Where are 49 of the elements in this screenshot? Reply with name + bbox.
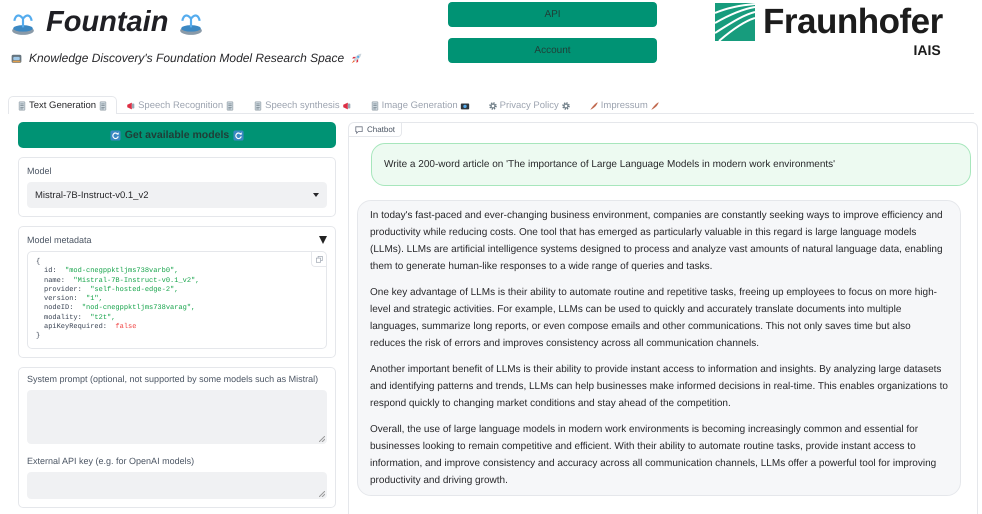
- feather-icon: [650, 100, 660, 110]
- tab[interactable]: Impressum: [580, 96, 669, 114]
- app-title: Fountain: [46, 6, 168, 39]
- tab[interactable]: Privacy Policy: [478, 96, 580, 114]
- logo-name: Fraunhofer: [763, 2, 943, 42]
- copy-button[interactable]: [311, 252, 326, 267]
- message-paragraph: Another important benefit of LLMs is their ability to provide instant access to information and insights. By analyzing large datasets and identifying patterns and trends, LLMs can help businesses make informed decisions in real-time. This enables organizations to respond quickly to changing market conditions and stay ahead of the competition.: [370, 363, 948, 411]
- tab[interactable]: Image Generation: [360, 96, 479, 114]
- field-label: Model: [27, 166, 53, 176]
- logo-mark-icon: [715, 3, 755, 41]
- accordion-label: Model metadata: [27, 235, 92, 245]
- document-icon: [253, 100, 264, 110]
- header-button[interactable]: Account: [448, 38, 657, 63]
- message-paragraph: One key advantage of LLMs is their ability to automate routine and repetitive tasks, freeing up employees to focus on more high-level and strategic activities. For example, LLMs can be used to quickly and accurately translate documents into multiple languages, summarize long reports, or even compose emails and other communications. This not only saves time but also reduces the risk of errors and improves consistency across all communication channels.: [370, 286, 938, 351]
- megaphone-icon: [342, 100, 352, 110]
- app-subtitle: Knowledge Discovery's Foundation Model Research Space: [29, 51, 344, 65]
- message-paragraph: Write a 200-word article on 'The importance of Large Language Models in modern work environments': [384, 158, 836, 172]
- copy-icon: [316, 256, 322, 262]
- resize-handle-icon[interactable]: [319, 436, 325, 442]
- chat-icon: [355, 126, 363, 134]
- gear-icon: [560, 100, 571, 110]
- camera-icon: [460, 100, 470, 110]
- chatbot-label: Chatbot: [349, 123, 402, 137]
- message-paragraph: Overall, the use of large language models in modern work environments is becoming increasingly common and essential for businesses looking to remain competitive and efficient. With their ability to automate routine tasks, provide instant access to information, and improve consistency and accuracy across all communication channels, LLMs offer a powerful tool for improving productivity and driving growth.: [370, 423, 938, 488]
- document-icon: [17, 100, 27, 110]
- robot-icon: [10, 52, 23, 64]
- refresh-icon: [110, 130, 121, 140]
- resize-handle-icon[interactable]: [319, 490, 325, 497]
- system-prompt-field[interactable]: [27, 390, 327, 444]
- header-button[interactable]: API: [448, 2, 657, 27]
- collapse-toggle-icon[interactable]: [319, 236, 327, 244]
- gear-icon: [488, 100, 498, 110]
- megaphone-icon: [126, 100, 136, 110]
- logo-subtitle: IAIS: [914, 42, 941, 58]
- tab[interactable]: Speech synthesis: [244, 96, 361, 114]
- rocket-icon: [350, 52, 364, 64]
- refresh-icon: [233, 130, 244, 140]
- field-label: External API key (e.g. for OpenAI models): [27, 456, 196, 466]
- feather-icon: [588, 100, 599, 110]
- get-models-button[interactable]: Get available models: [18, 122, 336, 148]
- field-label: System prompt (optional, not supported by some models such as Mistral): [27, 374, 320, 384]
- document-icon: [98, 100, 108, 110]
- api-key-field[interactable]: [27, 472, 327, 499]
- model-dropdown[interactable]: Mistral-7B-Instruct-v0.1_v2: [27, 182, 327, 208]
- document-icon: [370, 100, 380, 110]
- tab[interactable]: Speech Recognition: [117, 96, 244, 114]
- message-paragraph: In today's fast-paced and ever-changing business environment, companies are constantly seeking ways to improve efficiency and productivity while reducing costs. One tool that has emerged as particularly valuable in this regard is large language models (LLMs). LLMs are artificial intelligence systems designed to process and analyze vast amounts of natural language data, enabling them to generate human-like responses to a wide range of queries and tasks.: [370, 209, 944, 274]
- document-icon: [225, 100, 236, 110]
- tab[interactable]: Text Generation: [8, 96, 118, 114]
